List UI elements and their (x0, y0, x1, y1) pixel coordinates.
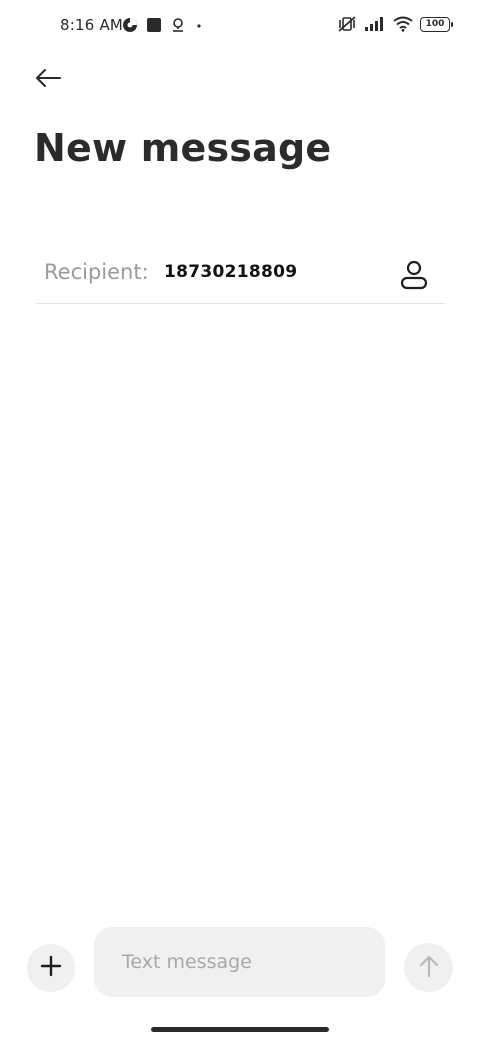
recipient-value[interactable]: 18730218809 (164, 262, 297, 282)
dot-icon (194, 17, 204, 33)
page-title: New message (34, 126, 332, 170)
send-button[interactable] (404, 943, 453, 992)
battery-icon: 100 (420, 16, 453, 32)
data-saver-icon (122, 17, 138, 33)
person-icon (400, 260, 428, 294)
status-left-icons (122, 17, 204, 33)
home-indicator[interactable] (151, 1027, 329, 1032)
recipient-label: Recipient: (44, 260, 149, 284)
text-message-input[interactable] (94, 927, 385, 997)
status-bar: 8:16 AM 100 (0, 0, 480, 52)
add-attachment-button[interactable] (27, 944, 75, 992)
signal-icon (364, 16, 386, 32)
location-icon (170, 17, 186, 33)
new-message-screen: 8:16 AM 100 New message Recipient: 18730… (0, 0, 480, 1040)
arrow-up-icon (418, 954, 440, 982)
status-right-icons: 100 (337, 15, 453, 33)
recipient-field[interactable]: Recipient: 18730218809 (36, 248, 445, 304)
back-button[interactable] (28, 62, 68, 98)
square-notification-icon (146, 17, 162, 33)
contact-picker-button[interactable] (397, 260, 431, 294)
plus-icon (40, 955, 62, 981)
status-time: 8:16 AM (60, 16, 124, 34)
arrow-left-icon (34, 68, 62, 92)
wifi-icon (393, 16, 413, 32)
vibrate-off-icon (337, 15, 357, 33)
